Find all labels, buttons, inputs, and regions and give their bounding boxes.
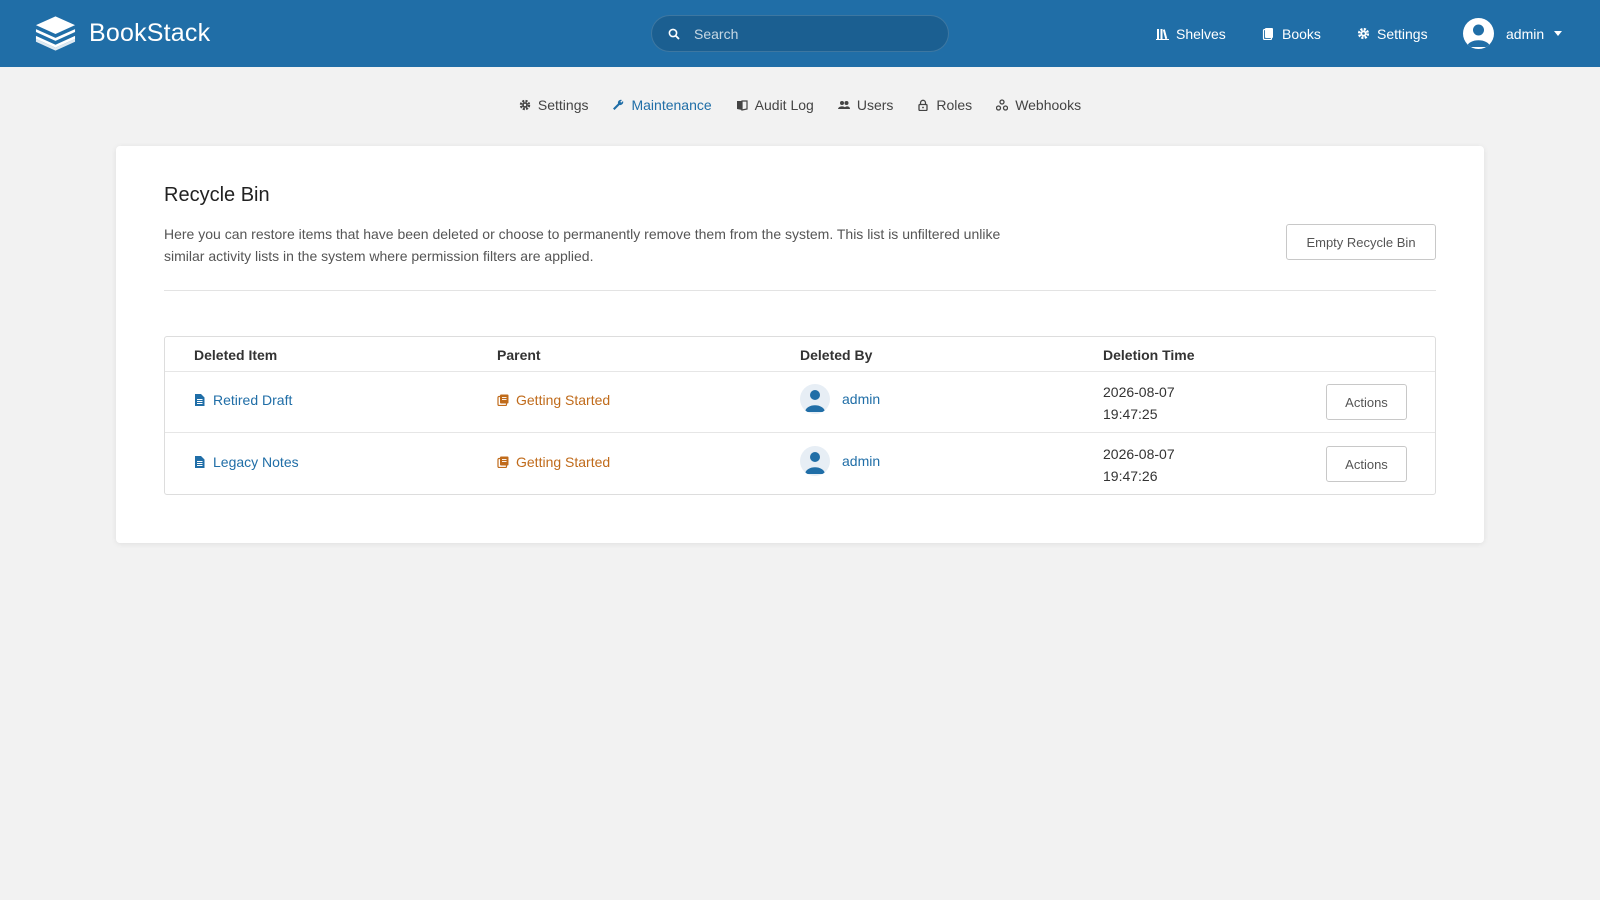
deletion-date: 2026-08-07	[1103, 446, 1175, 462]
search-box[interactable]	[651, 15, 949, 52]
tab-users-label: Users	[856, 97, 894, 113]
deletion-time: 2026-08-07 19:47:26	[1103, 443, 1175, 487]
book-icon	[497, 394, 509, 406]
recycle-bin-description: Here you can restore items that have bee…	[164, 226, 1001, 264]
tab-webhooks[interactable]: Webhooks	[996, 97, 1081, 113]
deleted-by-name: admin	[842, 453, 881, 469]
bookstack-logo-icon	[35, 16, 76, 51]
header-parent: Parent	[497, 347, 541, 363]
tab-settings-label: Settings	[537, 97, 589, 113]
deleted-item-link[interactable]: Retired Draft	[194, 392, 292, 408]
divider	[164, 290, 1436, 291]
app-header: BookStack Shelves Books Settings	[0, 0, 1600, 67]
actions-button[interactable]: Actions	[1326, 446, 1407, 482]
recycle-bin-card: Recycle Bin Here you can restore items t…	[116, 146, 1484, 543]
page-icon	[195, 394, 205, 406]
table-row: Legacy Notes Getting Started admin 2026-…	[165, 434, 1435, 495]
user-avatar-icon	[805, 390, 825, 412]
search-input[interactable]	[694, 25, 924, 42]
user-menu[interactable]: admin	[1463, 18, 1563, 49]
tab-maintenance-label: Maintenance	[631, 97, 712, 113]
lock-icon	[918, 99, 929, 111]
book-icon	[497, 456, 509, 468]
avatar	[1463, 18, 1494, 49]
table-row: Retired Draft Getting Started admin 2026…	[165, 372, 1435, 433]
tab-users[interactable]: Users	[837, 97, 894, 113]
deleted-item-link[interactable]: Legacy Notes	[194, 454, 299, 470]
parent-book-name: Getting Started	[516, 392, 611, 408]
nav-shelves-link[interactable]: Shelves	[1156, 0, 1226, 67]
deletion-clock: 19:47:25	[1103, 406, 1158, 422]
app-name: BookStack	[89, 18, 211, 47]
wrench-icon	[613, 99, 624, 110]
tab-maintenance[interactable]: Maintenance	[612, 97, 712, 113]
deletion-time: 2026-08-07 19:47:25	[1103, 381, 1175, 425]
tab-audit-log-label: Audit Log	[754, 97, 814, 113]
tab-webhooks-label: Webhooks	[1015, 97, 1082, 113]
deleted-by-name: admin	[842, 391, 881, 407]
avatar	[800, 446, 830, 476]
parent-book-name: Getting Started	[516, 454, 611, 470]
parent-book-link[interactable]: Getting Started	[497, 454, 610, 470]
header-deleted-by: Deleted By	[800, 347, 873, 363]
parent-book-link[interactable]: Getting Started	[497, 392, 610, 408]
app-logo[interactable]: BookStack	[34, 14, 210, 52]
header-deleted-item: Deleted Item	[194, 347, 278, 363]
settings-nav: Settings Maintenance Audit Log Users Rol…	[0, 97, 1600, 113]
deleted-item-name: Legacy Notes	[213, 454, 299, 470]
user-avatar-icon	[1467, 24, 1490, 47]
table-header: Deleted Item Parent Deleted By Deletion …	[165, 337, 1435, 372]
nav-shelves-label: Shelves	[1176, 25, 1226, 42]
shelves-icon	[1156, 29, 1169, 40]
webhooks-icon	[996, 99, 1009, 111]
header-deletion-time: Deletion Time	[1103, 347, 1195, 363]
nav-books-link[interactable]: Books	[1262, 0, 1321, 67]
deleted-by-user[interactable]: admin	[800, 384, 880, 414]
search-icon	[668, 28, 680, 40]
page-title: Recycle Bin	[164, 184, 270, 206]
users-icon	[837, 101, 850, 109]
deleted-items-table: Deleted Item Parent Deleted By Deletion …	[164, 336, 1436, 495]
deletion-clock: 19:47:26	[1103, 468, 1158, 484]
user-avatar-icon	[805, 452, 825, 474]
user-name: admin	[1506, 25, 1545, 42]
page-icon	[195, 456, 205, 468]
chevron-down-icon	[1554, 31, 1563, 36]
avatar	[800, 384, 830, 414]
books-icon	[1262, 28, 1273, 40]
audit-log-icon	[736, 100, 748, 111]
gear-icon	[519, 99, 531, 111]
deleted-by-user[interactable]: admin	[800, 446, 880, 476]
deleted-item-name: Retired Draft	[213, 392, 293, 408]
actions-button[interactable]: Actions	[1326, 384, 1407, 420]
nav-books-label: Books	[1282, 25, 1321, 42]
tab-settings[interactable]: Settings	[519, 97, 589, 113]
deletion-date: 2026-08-07	[1103, 384, 1175, 400]
nav-settings-label: Settings	[1377, 25, 1428, 42]
tab-audit-log[interactable]: Audit Log	[736, 97, 814, 113]
nav-settings-link[interactable]: Settings	[1357, 0, 1428, 67]
tab-roles[interactable]: Roles	[917, 97, 972, 113]
gear-icon	[1357, 27, 1370, 40]
empty-recycle-bin-button[interactable]: Empty Recycle Bin	[1286, 224, 1436, 260]
tab-roles-label: Roles	[936, 97, 973, 113]
